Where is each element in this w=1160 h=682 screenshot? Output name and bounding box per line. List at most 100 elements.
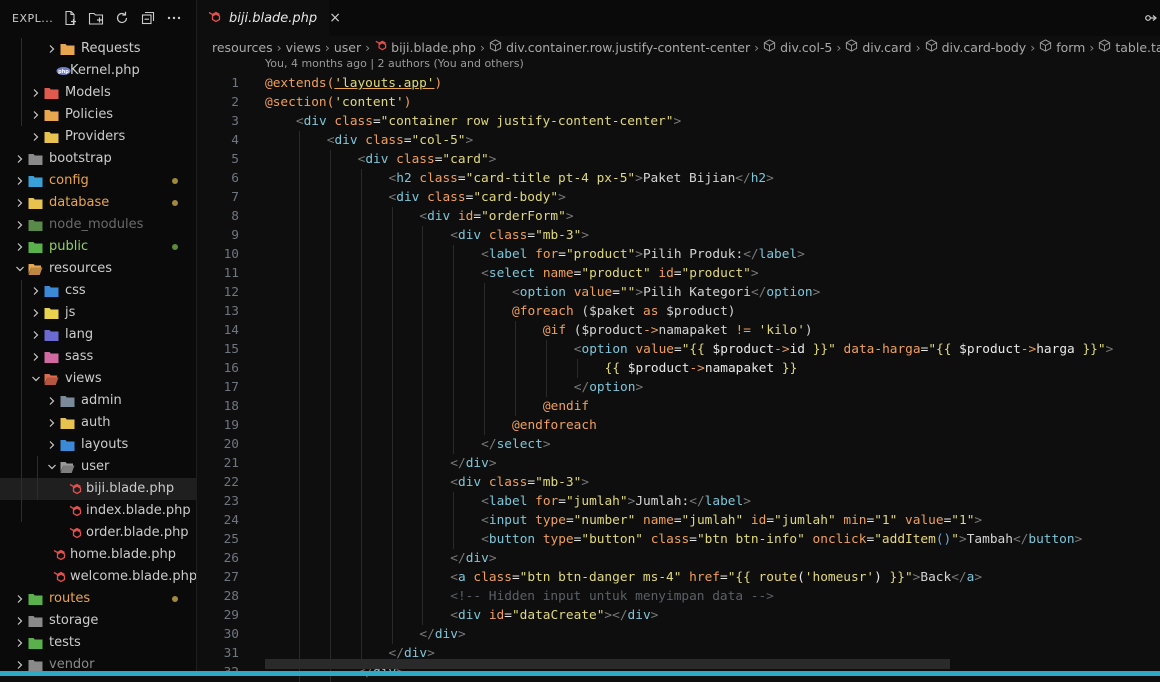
tree-item-user[interactable]: user <box>0 456 196 478</box>
laravel-icon <box>207 9 221 28</box>
tree-item-css[interactable]: css <box>0 280 196 302</box>
line-text: <option value="{{ $product->id }}" data-… <box>573 342 1114 357</box>
line-text: <!-- Hidden input untuk menyimpan data -… <box>450 589 774 604</box>
tree-item-label: config <box>49 173 89 188</box>
breadcrumb-item[interactable]: views <box>286 40 321 55</box>
tree-item-requests[interactable]: Requests <box>0 38 196 60</box>
line-number: 9 <box>231 228 239 243</box>
laravel-icon <box>52 570 67 584</box>
chevron-down-icon <box>30 368 42 390</box>
horizontal-scrollbar[interactable] <box>265 659 950 669</box>
folder-icon <box>28 240 43 254</box>
line-text: <label for="jumlah">Jumlah:</label> <box>481 494 751 509</box>
tree-indent-guide <box>21 280 22 522</box>
tree-item-label: Kernel.php <box>70 63 140 78</box>
chevron-right-icon <box>46 38 58 60</box>
line-text: @foreach ($paket as $product) <box>512 304 736 319</box>
breadcrumb-item[interactable]: user <box>334 40 361 55</box>
git-blame-info[interactable]: You, 4 months ago | 2 authors (You and o… <box>265 57 524 70</box>
line-text: <div id="orderForm"> <box>419 209 574 224</box>
breadcrumb-label: div.col-5 <box>780 40 833 55</box>
tree-indent-guide <box>21 38 22 126</box>
line-text: </div> <box>450 456 497 471</box>
indent-guide <box>453 245 455 454</box>
chevron-right-icon <box>30 82 42 104</box>
tree-item-admin[interactable]: admin <box>0 390 196 412</box>
breadcrumb-item[interactable]: biji.blade.php <box>374 39 476 55</box>
refresh-icon[interactable] <box>114 10 130 26</box>
breadcrumb-item[interactable]: form <box>1039 39 1085 55</box>
breadcrumb-item[interactable]: div.card-body <box>925 39 1026 55</box>
line-number: 25 <box>223 532 239 547</box>
tree-item-providers[interactable]: Providers <box>0 126 196 148</box>
line-text: </div> <box>419 627 466 642</box>
breadcrumb-separator: › <box>324 39 330 55</box>
line-text: <div class="container row justify-conten… <box>295 114 682 129</box>
symbol-element-icon <box>489 39 502 52</box>
tree-item-policies[interactable]: Policies <box>0 104 196 126</box>
tree-item-storage[interactable]: storage <box>0 610 196 632</box>
indent-guide <box>391 207 393 644</box>
breadcrumb-label: div.container.row.justify-content-center <box>505 40 751 55</box>
folder-icon <box>44 328 59 342</box>
explorer-title: EXPL... <box>12 11 54 25</box>
folder-icon <box>60 438 75 452</box>
tree-item-bootstrap[interactable]: bootstrap <box>0 148 196 170</box>
tab-biji-blade[interactable]: biji.blade.php × <box>197 0 341 36</box>
breadcrumb-separator: › <box>836 39 842 55</box>
chevron-right-icon <box>14 236 26 258</box>
line-text: <label for="product">Pilih Produk:</labe… <box>481 247 805 262</box>
new-file-icon[interactable] <box>62 10 78 26</box>
line-text: <div class="mb-3"> <box>450 228 590 243</box>
tree-item-welcome-blade-php[interactable]: welcome.blade.php <box>0 566 196 588</box>
tree-item-home-blade-php[interactable]: home.blade.php <box>0 544 196 566</box>
tree-item-lang[interactable]: lang <box>0 324 196 346</box>
tree-item-views[interactable]: views <box>0 368 196 390</box>
tree-item-database[interactable]: database <box>0 192 196 214</box>
tree-item-public[interactable]: public <box>0 236 196 258</box>
line-text: @extends('layouts.app') <box>265 76 443 91</box>
tree-item-layouts[interactable]: layouts <box>0 434 196 456</box>
indent-guide <box>360 169 362 663</box>
new-folder-icon[interactable] <box>88 10 104 26</box>
tree-item-config[interactable]: config <box>0 170 196 192</box>
tree-item-models[interactable]: Models <box>0 82 196 104</box>
more-icon[interactable] <box>166 10 182 26</box>
chevron-right-icon <box>14 632 26 654</box>
chevron-right-icon <box>30 280 42 302</box>
chevron-right-icon <box>14 214 26 236</box>
tree-item-js[interactable]: js <box>0 302 196 324</box>
breadcrumb-item[interactable]: div.col-5 <box>763 39 832 55</box>
breadcrumb-item[interactable]: resources <box>212 40 273 55</box>
line-number: 17 <box>223 380 239 395</box>
line-number: 6 <box>231 171 239 186</box>
tree-item-kernel-php[interactable]: php Kernel.php <box>0 60 196 82</box>
tree-item-order-blade-php[interactable]: order.blade.php <box>0 522 196 544</box>
close-icon[interactable]: × <box>329 10 341 26</box>
tree-item-sass[interactable]: sass <box>0 346 196 368</box>
tree-item-label: node_modules <box>49 217 144 232</box>
folder-icon <box>28 636 43 650</box>
chevron-right-icon <box>14 192 26 214</box>
breadcrumb-separator: › <box>1030 39 1036 55</box>
tree-item-biji-blade-php[interactable]: biji.blade.php <box>0 478 196 500</box>
breadcrumb-item[interactable]: table.table <box>1098 39 1160 55</box>
collapse-all-icon[interactable] <box>140 10 156 26</box>
laravel-icon <box>68 526 83 540</box>
line-number: 29 <box>223 608 239 623</box>
breadcrumb-item[interactable]: div.card <box>845 39 912 55</box>
tree-item-resources[interactable]: resources <box>0 258 196 280</box>
tree-item-tests[interactable]: tests <box>0 632 196 654</box>
breadcrumb-label: resources <box>212 39 273 55</box>
editor-area: biji.blade.php × resources › views › user › bi… <box>197 0 1160 682</box>
chevron-right-icon <box>30 302 42 324</box>
tree-item-index-blade-php[interactable]: index.blade.php <box>0 500 196 522</box>
tree-item-label: js <box>65 305 76 320</box>
tree-item-node-modules[interactable]: node_modules <box>0 214 196 236</box>
tree-item-auth[interactable]: auth <box>0 412 196 434</box>
chevron-right-icon <box>14 170 26 192</box>
breadcrumb-item[interactable]: div.container.row.justify-content-center <box>489 39 750 55</box>
tree-item-routes[interactable]: routes <box>0 588 196 610</box>
git-compare-icon[interactable] <box>1144 10 1160 30</box>
line-text: <div class="col-5"> <box>326 133 474 148</box>
